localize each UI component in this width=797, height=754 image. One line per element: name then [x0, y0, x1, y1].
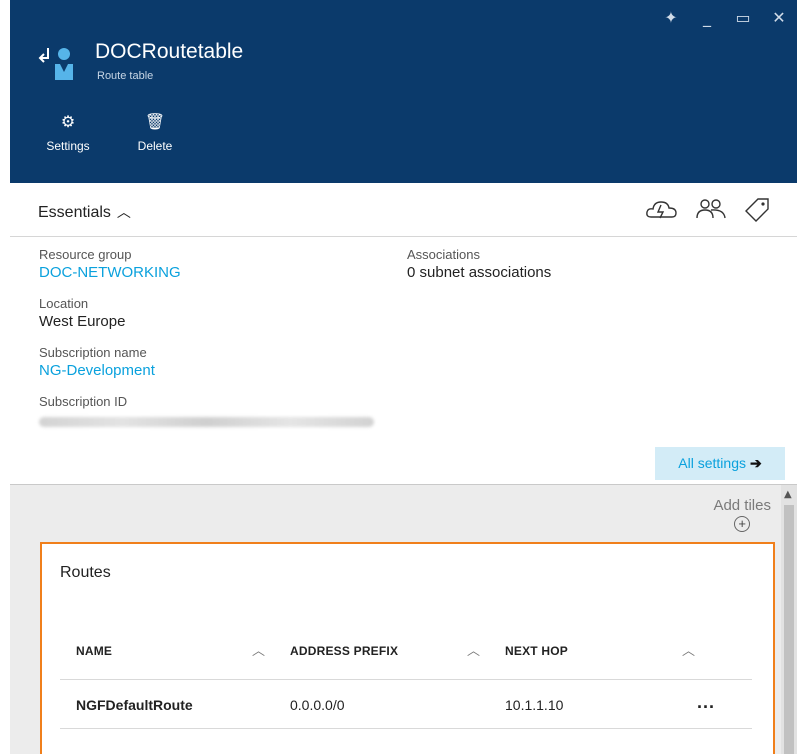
scroll-up-icon[interactable]: ▲: [784, 489, 792, 500]
all-settings-button[interactable]: All settings ➔: [655, 447, 785, 480]
delete-button[interactable]: 🗑 Delete: [125, 112, 185, 153]
add-tiles-button[interactable]: Add tiles +: [713, 497, 771, 532]
subscription-id-redacted: [39, 417, 374, 427]
settings-label: Settings: [46, 139, 90, 153]
routes-tile[interactable]: Routes NAME ︿ ADDRESS PREFIX ︿ NEXT HOP …: [40, 542, 775, 754]
cloud-icon[interactable]: [645, 197, 679, 221]
sort-icon[interactable]: ︿: [682, 640, 695, 659]
essentials-actions: [645, 197, 771, 223]
maximize-icon[interactable]: ▭: [725, 4, 761, 32]
header-divider: [60, 679, 752, 680]
arrow-right-icon: ➔: [749, 455, 762, 471]
route-table-icon: [38, 48, 73, 80]
subscription-id-prop: Subscription ID: [39, 394, 374, 427]
close-icon[interactable]: ✕: [761, 4, 797, 32]
subscription-name-link[interactable]: NG-Development: [39, 362, 155, 379]
add-tiles-label: Add tiles: [713, 497, 771, 514]
essentials-bar: Essentials ︿: [10, 183, 797, 237]
chevron-up-icon: ︿: [116, 204, 131, 220]
resource-type: Route table: [97, 70, 154, 82]
subscription-name-prop: Subscription name NG-Development: [39, 345, 155, 379]
essentials-toggle[interactable]: Essentials ︿: [38, 202, 131, 222]
all-settings-label: All settings: [678, 455, 746, 471]
gear-icon: ⚙: [60, 114, 76, 131]
associations-prop: Associations 0 subnet associations: [407, 247, 551, 281]
resource-name: DOCRoutetable: [95, 40, 244, 63]
location-prop: Location West Europe: [39, 296, 125, 330]
tiles-area: Add tiles + Routes NAME ︿ ADDRESS PREFIX…: [10, 484, 797, 754]
routes-title: Routes: [60, 564, 111, 581]
column-header-next-hop[interactable]: NEXT HOP: [505, 644, 568, 658]
minimize-icon[interactable]: _: [689, 4, 725, 32]
pin-icon[interactable]: ✦: [653, 4, 689, 32]
associations-label: Associations: [407, 247, 480, 262]
users-icon[interactable]: [695, 197, 727, 221]
plus-circle-icon: +: [734, 516, 751, 532]
tag-icon[interactable]: [743, 197, 771, 223]
resource-group-label: Resource group: [39, 247, 132, 262]
column-header-address-prefix[interactable]: ADDRESS PREFIX: [290, 644, 398, 658]
settings-button[interactable]: ⚙ Settings: [38, 112, 98, 153]
scrollbar-thumb[interactable]: [784, 505, 794, 754]
route-name: NGFDefaultRoute: [76, 697, 193, 713]
associations-value: 0 subnet associations: [407, 264, 552, 281]
trash-icon: 🗑: [144, 114, 166, 131]
window-controls: ✦ _ ▭ ✕: [653, 4, 797, 32]
subscription-id-label: Subscription ID: [39, 394, 128, 409]
vertical-scrollbar[interactable]: ▲: [781, 485, 797, 754]
column-header-name[interactable]: NAME: [76, 644, 112, 658]
row-divider: [60, 728, 752, 729]
sort-icon[interactable]: ︿: [467, 640, 480, 659]
resource-group-prop: Resource group DOC-NETWORKING: [39, 247, 181, 281]
essentials-panel: Essentials ︿ Resource group DOC-NETWORKIN…: [10, 183, 797, 480]
route-address-prefix: 0.0.0.0/0: [290, 697, 345, 713]
resource-group-link[interactable]: DOC-NETWORKING: [39, 264, 181, 281]
subscription-name-label: Subscription name: [39, 345, 147, 360]
location-label: Location: [39, 296, 89, 311]
route-next-hop: 10.1.1.10: [505, 697, 564, 713]
essentials-title: Essentials: [38, 204, 111, 221]
blade-header: ✦ _ ▭ ✕ DOCRoutetable Route table ⚙ Sett…: [10, 0, 797, 183]
more-options-icon[interactable]: ...: [697, 692, 715, 713]
sort-icon[interactable]: ︿: [252, 640, 265, 659]
location-value: West Europe: [39, 313, 126, 330]
delete-label: Delete: [137, 139, 173, 153]
